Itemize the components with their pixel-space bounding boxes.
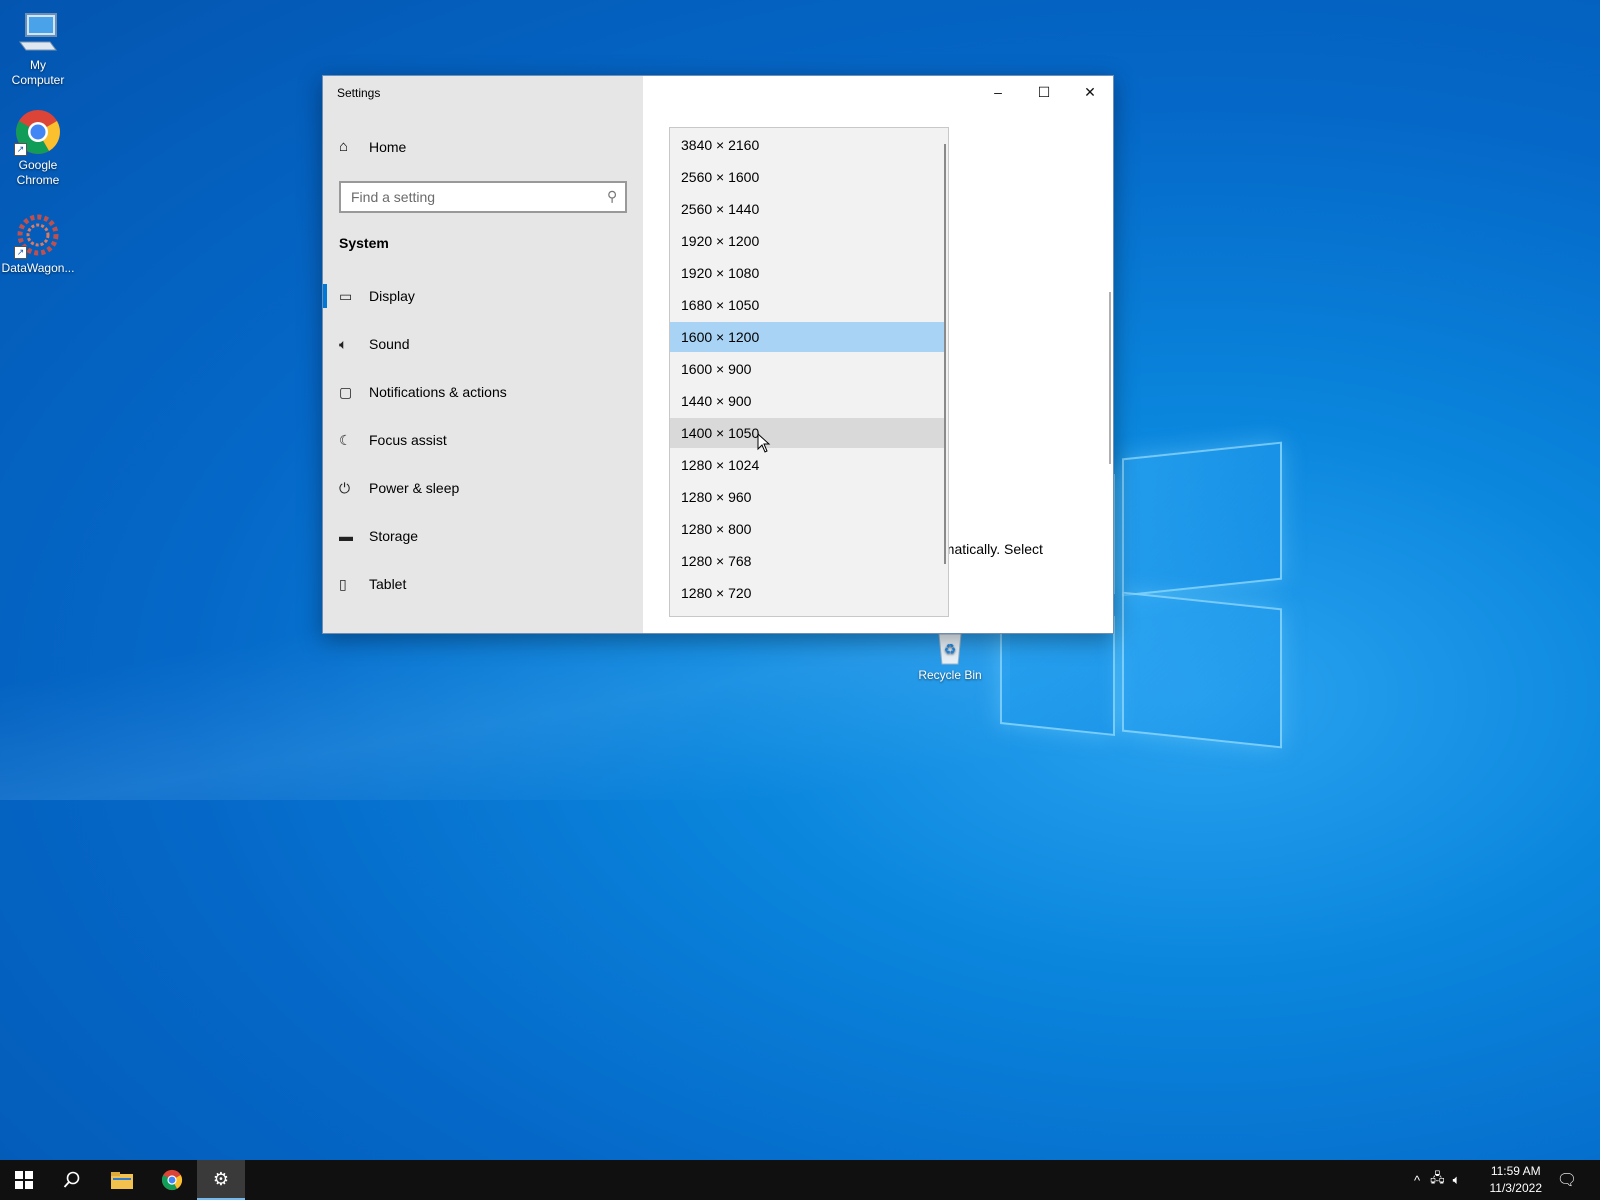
chrome-icon [161,1169,183,1191]
sidebar-item-label: Tablet [369,576,407,592]
sidebar-item-label: Sound [369,336,410,352]
taskbar-file-explorer[interactable] [98,1160,146,1200]
sidebar-item-label: Display [369,288,415,304]
recycle-bin-icon: ♻ [926,630,974,666]
window-title: Settings [337,86,381,100]
home-label: Home [369,138,407,155]
computer-icon [14,8,62,56]
sidebar-item-notifications[interactable]: ▢ Notifications & actions [323,368,643,416]
window-controls: – ☐ ✕ [975,76,1113,108]
settings-window[interactable]: Settings ⌂ Home Find a setting ⚲ System … [322,75,1114,634]
desktop-icon-label: Recycle Bin [918,668,982,682]
taskbar-clock[interactable]: 11:59 AM 11/3/2022 [1490,1163,1543,1197]
start-icon [15,1171,33,1189]
sidebar-item-label: Storage [369,528,419,544]
network-icon[interactable]: 🖧︎ [1430,1169,1445,1191]
resolution-option[interactable]: 1600 × 900 [670,354,946,384]
resolution-option[interactable]: 1920 × 1200 [670,226,946,256]
sidebar-item-label: Notifications & actions [369,384,507,400]
desktop-icon-recycle-bin[interactable]: ♻ Recycle Bin [912,630,988,683]
taskbar-chrome[interactable] [148,1160,196,1200]
sidebar-item-storage[interactable]: ▬ Storage [323,512,643,560]
resolution-option[interactable]: 1440 × 900 [670,386,946,416]
content-scrollbar[interactable] [1109,292,1111,464]
maximize-button[interactable]: ☐ [1021,76,1067,108]
resolution-option[interactable]: 1680 × 1050 [670,290,946,320]
storage-icon: ▬ [339,528,353,544]
desktop-icon-my-computer[interactable]: My Computer [0,8,76,88]
power-icon: ⏻ [339,479,351,496]
taskbar-settings[interactable]: ⚙ [197,1160,245,1200]
svg-text:♻: ♻ [944,642,957,658]
sidebar-nav: ▭ Display 🔈︎ Sound ▢ Notifications & act… [323,272,643,608]
chevron-up-icon[interactable]: ^ [1414,1173,1420,1188]
minimize-button[interactable]: – [975,76,1021,108]
resolution-option[interactable]: 1280 × 800 [670,514,946,544]
home-link[interactable]: ⌂ Home [339,138,406,155]
sidebar-item-sound[interactable]: 🔈︎ Sound [323,320,643,368]
clock-date: 11/3/2022 [1489,1181,1543,1195]
desktop-icon-label: DataWagon... [1,261,75,275]
volume-icon[interactable]: 🔈︎ [1453,1172,1461,1188]
taskbar-search-button[interactable] [48,1160,96,1200]
section-title: System [339,235,389,251]
clock-time: 11:59 AM [1490,1164,1541,1178]
desktop-icon-label: My Computer [11,58,65,87]
desktop-icon-label: Google Chrome [16,158,60,187]
desktop-icon-datawagon[interactable]: ↗ DataWagon... [0,211,76,276]
moon-icon: ☾ [339,431,352,448]
sidebar-item-display[interactable]: ▭ Display [323,272,643,320]
resolution-option-hovered[interactable]: 1400 × 1050 [670,418,946,448]
notification-icon: 🗨︎ [1556,1172,1578,1189]
action-center-button[interactable]: 🗨︎ [1544,1160,1590,1200]
start-button[interactable] [0,1160,48,1200]
resolution-option[interactable]: 2560 × 1600 [670,162,946,192]
find-setting-search[interactable]: Find a setting ⚲ [339,181,627,213]
sidebar-item-focus-assist[interactable]: ☾ Focus assist [323,416,643,464]
datawagon-icon: ↗ [14,211,62,259]
tablet-icon: ▯ [339,575,347,592]
search-icon: ⚲ [606,188,617,204]
shortcut-arrow-icon: ↗ [14,246,27,259]
speaker-icon: 🔈︎ [339,335,348,352]
shortcut-arrow-icon: ↗ [14,143,27,156]
dropdown-scrollbar[interactable] [944,144,946,564]
file-explorer-icon [111,1172,133,1189]
sidebar-item-label: Focus assist [369,432,447,448]
partial-content-text: omatically. Select [935,541,1043,557]
settings-gear-icon: ⚙ [212,1168,230,1189]
desktop-icon-google-chrome[interactable]: ↗ Google Chrome [0,108,76,188]
resolution-option-selected[interactable]: 1600 × 1200 [670,322,946,352]
sidebar-item-label: Power & sleep [369,480,460,496]
sidebar-item-power-sleep[interactable]: ⏻ Power & sleep [323,464,643,512]
home-icon: ⌂ [339,138,349,155]
resolution-option[interactable]: 1920 × 1080 [670,258,946,288]
search-icon [63,1171,80,1188]
close-button[interactable]: ✕ [1067,76,1113,108]
search-input[interactable]: Find a setting [351,189,435,205]
resolution-dropdown-list[interactable]: 3840 × 2160 2560 × 1600 2560 × 1440 1920… [669,127,949,617]
resolution-option[interactable]: 2560 × 1440 [670,194,946,224]
resolution-option[interactable]: 1280 × 720 [670,578,946,608]
taskbar: ⚙ ^ 🖧︎ 🔈︎ 11:59 AM 11/3/2022 🗨︎ [0,1160,1600,1200]
sidebar-item-tablet[interactable]: ▯ Tablet [323,560,643,608]
chrome-icon: ↗ [14,108,62,156]
resolution-option[interactable]: 1280 × 768 [670,546,946,576]
resolution-option[interactable]: 1280 × 960 [670,482,946,512]
resolution-option[interactable]: 3840 × 2160 [670,130,946,160]
resolution-option[interactable]: 1280 × 1024 [670,450,946,480]
notification-icon: ▢ [339,383,353,400]
settings-sidebar: Settings ⌂ Home Find a setting ⚲ System … [323,76,643,633]
system-tray: ^ 🖧︎ 🔈︎ [1414,1160,1460,1200]
monitor-icon: ▭ [339,287,353,304]
